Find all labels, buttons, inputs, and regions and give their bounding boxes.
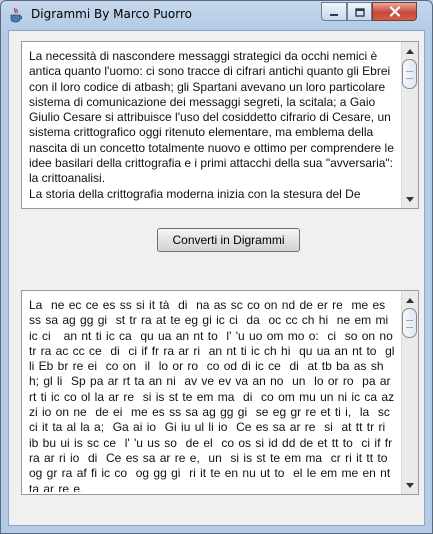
close-button[interactable] — [372, 2, 417, 21]
java-cup-icon — [9, 7, 23, 23]
maximize-icon — [354, 2, 365, 21]
title-bar[interactable]: Digrammi By Marco Puorro — [1, 1, 432, 29]
input-text-area[interactable]: La necessità di nascondere messaggi stra… — [21, 41, 419, 209]
output-scrollbar[interactable] — [401, 291, 418, 494]
convert-button[interactable]: Converti in Digrammi — [157, 228, 300, 252]
input-scrollbar[interactable] — [401, 42, 418, 208]
output-text-area[interactable]: La ne ec ce es ss si it tà di na as sc c… — [21, 290, 419, 495]
scroll-up-icon[interactable] — [403, 44, 417, 58]
scroll-up-icon[interactable] — [403, 293, 417, 307]
output-text[interactable]: La ne ec ce es ss si it tà di na as sc c… — [29, 298, 396, 492]
minimize-button[interactable] — [321, 2, 347, 21]
scroll-down-icon[interactable] — [403, 192, 417, 206]
app-window: Digrammi By Marco Puorro La necessità di… — [0, 0, 433, 534]
close-icon — [389, 2, 401, 21]
window-title: Digrammi By Marco Puorro — [31, 7, 192, 21]
content-pane: La necessità di nascondere messaggi stra… — [8, 30, 425, 526]
scroll-thumb[interactable] — [402, 59, 417, 89]
input-text[interactable]: La necessità di nascondere messaggi stra… — [29, 49, 396, 206]
scroll-down-icon[interactable] — [403, 478, 417, 492]
scroll-thumb[interactable] — [402, 308, 417, 338]
maximize-button[interactable] — [347, 2, 372, 21]
minimize-icon — [329, 2, 339, 21]
